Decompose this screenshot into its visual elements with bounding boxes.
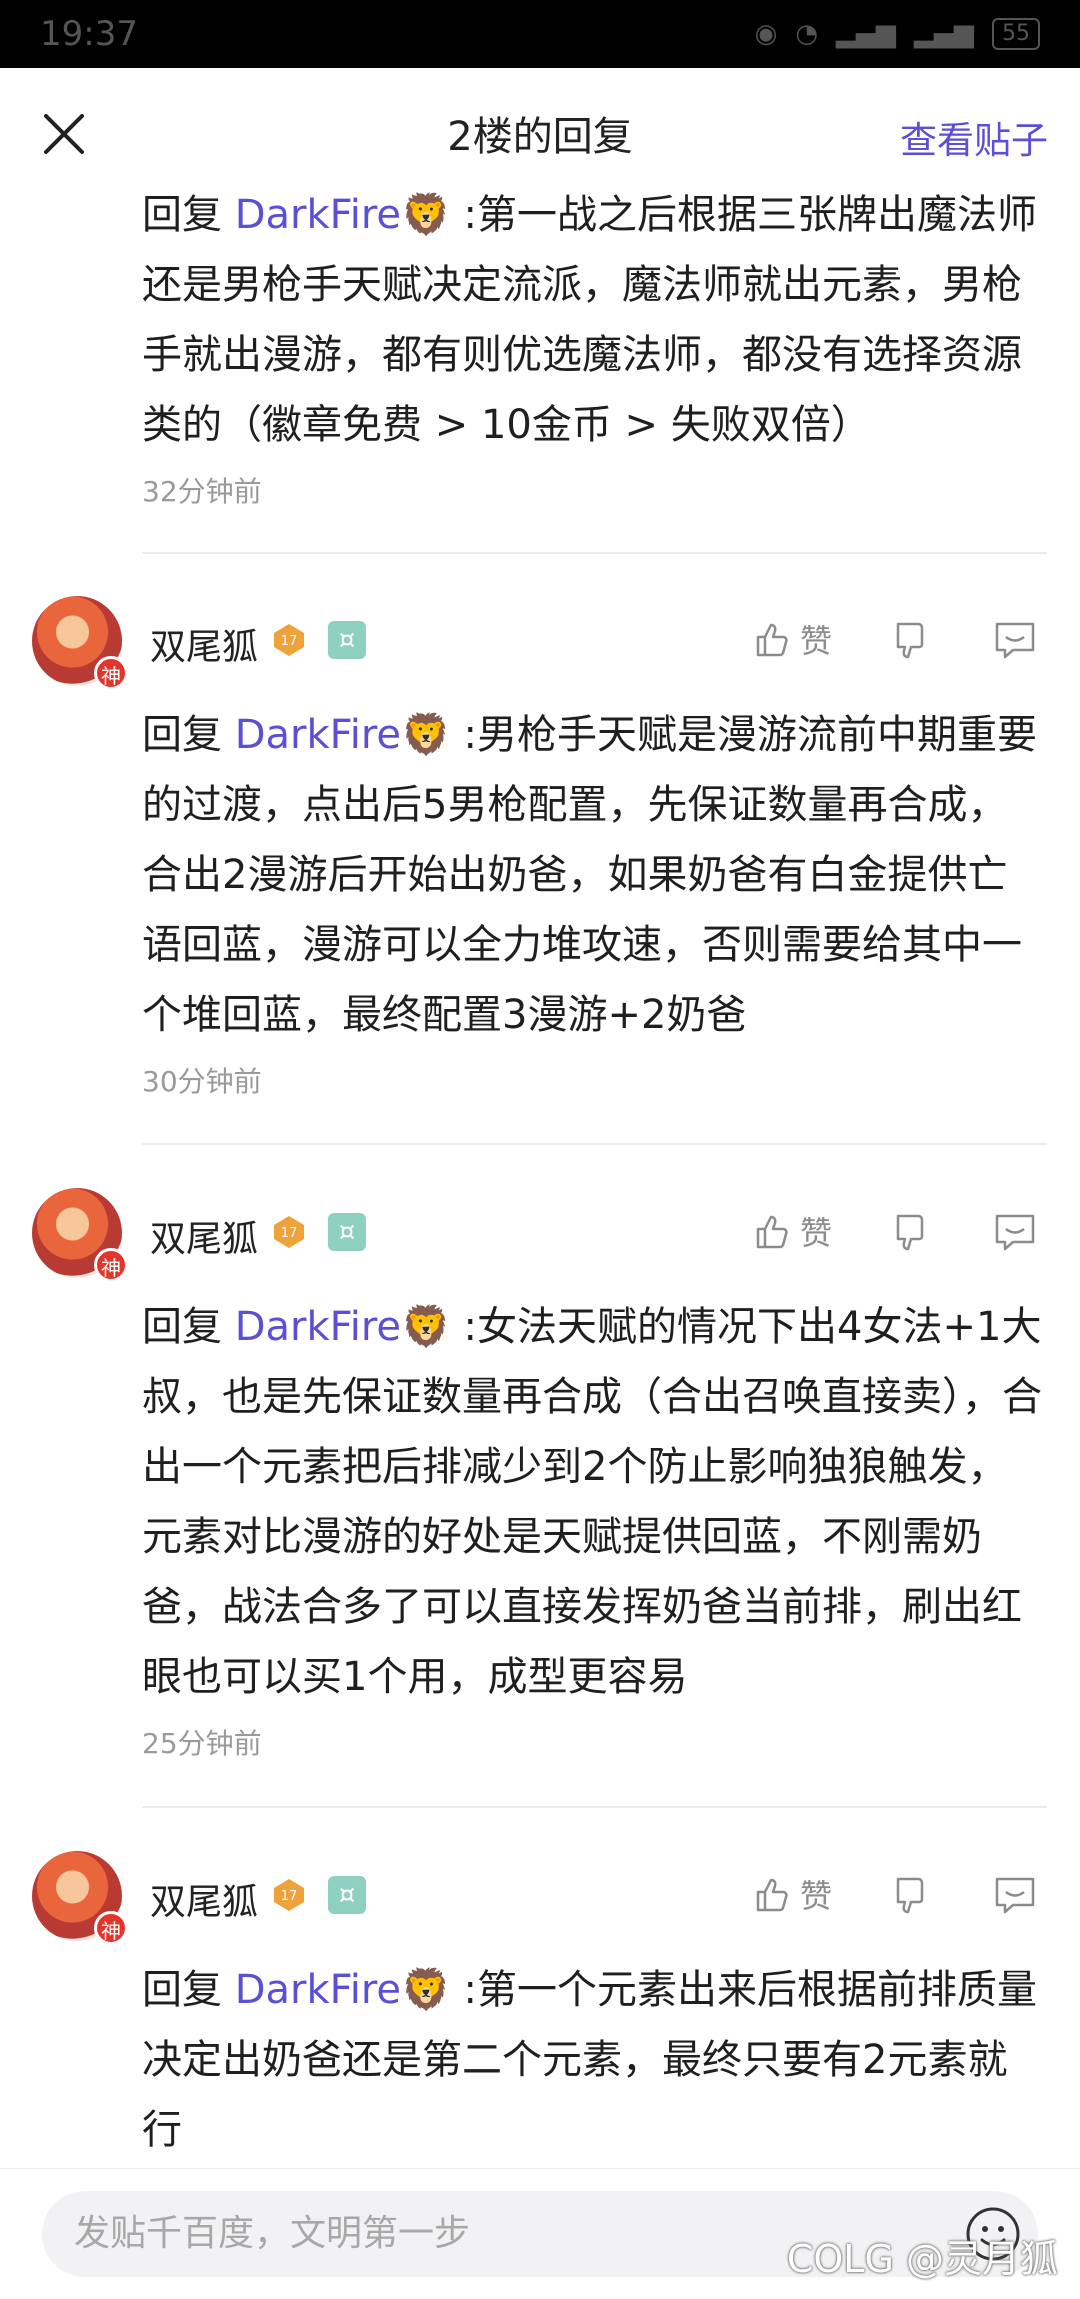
like-label: 赞 <box>800 622 833 660</box>
reply-time: 30分钟前 <box>142 1065 262 1098</box>
thumb-down-icon[interactable] <box>888 1873 932 1917</box>
divider <box>142 552 1047 554</box>
like-button[interactable]: 赞 <box>752 1208 832 1254</box>
svg-text:17: 17 <box>281 1889 298 1904</box>
view-post-link[interactable]: 查看贴子 <box>900 110 1048 164</box>
close-icon[interactable] <box>36 106 92 162</box>
thumb-down-icon[interactable] <box>888 1210 932 1254</box>
signal-icon: ▂▄▆ <box>836 19 896 49</box>
reply-content: 回复 DarkFire🦁 :女法天赋的情况下出4女法+1大叔，也是先保证数量再合… <box>142 1292 1042 1712</box>
mention-link[interactable]: DarkFire🦁 <box>235 1967 451 2013</box>
avatar[interactable]: 神 <box>32 596 128 690</box>
reply-text: :男枪手天赋是漫游流前中期重要的过渡，点出后5男枪配置，先保证数量再合成，合出2… <box>142 712 1038 1038</box>
reply-text: :女法天赋的情况下出4女法+1大叔，也是先保证数量再合成（合出召唤直接卖），合出… <box>142 1304 1042 1700</box>
comment-icon[interactable] <box>992 618 1038 662</box>
avatar[interactable]: 神 <box>32 1188 128 1282</box>
reply-body: 回复 DarkFire🦁 :男枪手天赋是漫游流前中期重要的过渡，点出后5男枪配置… <box>142 700 1042 1100</box>
level-badge-icon: 17 <box>274 624 304 656</box>
thumb-up-icon <box>756 623 788 657</box>
svg-text:17: 17 <box>281 634 298 649</box>
watermark: COLG @灵月狐 <box>786 2237 1058 2281</box>
tag-badge-icon: ¤ <box>328 621 366 659</box>
level-badge-icon: 17 <box>274 1216 304 1248</box>
svg-text:17: 17 <box>281 1226 298 1241</box>
mention-link[interactable]: DarkFire🦁 <box>235 1304 451 1350</box>
reply-body: 回复 DarkFire🦁 :女法天赋的情况下出4女法+1大叔，也是先保证数量再合… <box>142 1292 1042 1762</box>
tag-badge-icon: ¤ <box>328 1213 366 1251</box>
god-badge: 神 <box>94 1911 128 1945</box>
username[interactable]: 双尾狐 <box>150 618 258 670</box>
reply-content: 回复 DarkFire🦁 :男枪手天赋是漫游流前中期重要的过渡，点出后5男枪配置… <box>142 700 1042 1050</box>
thumb-up-icon <box>756 1215 788 1249</box>
first-reply: 回复 DarkFire🦁 :第一战之后根据三张牌出魔法师还是男枪手天赋决定流派，… <box>142 180 1042 510</box>
wifi-icon: ◔ <box>795 19 818 49</box>
page-title: 2楼的回复 <box>447 114 633 160</box>
reply-content: 回复 DarkFire🦁 :第一个元素出来后根据前排质量决定出奶爸还是第二个元素… <box>142 1955 1042 2165</box>
signal-icon-2: ▂▄▆ <box>914 19 974 49</box>
comment-icon[interactable] <box>992 1210 1038 1254</box>
reply-prefix: 回复 <box>142 712 235 758</box>
avatar[interactable]: 神 <box>32 1851 128 1945</box>
like-label: 赞 <box>800 1877 833 1915</box>
reply-prefix: 回复 <box>142 192 235 238</box>
like-button[interactable]: 赞 <box>752 616 832 662</box>
divider <box>142 1806 1047 1808</box>
like-button[interactable]: 赞 <box>752 1871 832 1917</box>
status-icons: ◉ ◔ ▂▄▆ ▂▄▆ 55 <box>755 18 1040 50</box>
thumb-down-icon[interactable] <box>888 618 932 662</box>
comment-icon[interactable] <box>992 1873 1038 1917</box>
reply-prefix: 回复 <box>142 1967 235 2013</box>
username[interactable]: 双尾狐 <box>150 1210 258 1262</box>
eye-icon: ◉ <box>754 19 778 49</box>
battery-icon: 55 <box>992 18 1040 50</box>
mention-link[interactable]: DarkFire🦁 <box>235 192 451 238</box>
like-label: 赞 <box>800 1214 833 1252</box>
god-badge: 神 <box>94 656 128 690</box>
level-badge-icon: 17 <box>274 1879 304 1911</box>
status-bar: 19:37 ◉ ◔ ▂▄▆ ▂▄▆ 55 <box>0 0 1080 68</box>
reply-prefix: 回复 <box>142 1304 235 1350</box>
mention-link[interactable]: DarkFire🦁 <box>235 712 451 758</box>
reply-time: 32分钟前 <box>142 475 262 508</box>
divider <box>142 1143 1047 1145</box>
reply-body: 回复 DarkFire🦁 :第一个元素出来后根据前排质量决定出奶爸还是第二个元素… <box>142 1955 1042 2165</box>
username[interactable]: 双尾狐 <box>150 1873 258 1925</box>
top-header: 2楼的回复 查看贴子 <box>0 68 1080 198</box>
reply-time: 25分钟前 <box>142 1727 262 1760</box>
tag-badge-icon: ¤ <box>328 1876 366 1914</box>
god-badge: 神 <box>94 1248 128 1282</box>
reply-content: 回复 DarkFire🦁 :第一战之后根据三张牌出魔法师还是男枪手天赋决定流派，… <box>142 180 1042 460</box>
thumb-up-icon <box>756 1878 788 1912</box>
status-time: 19:37 <box>40 14 138 54</box>
